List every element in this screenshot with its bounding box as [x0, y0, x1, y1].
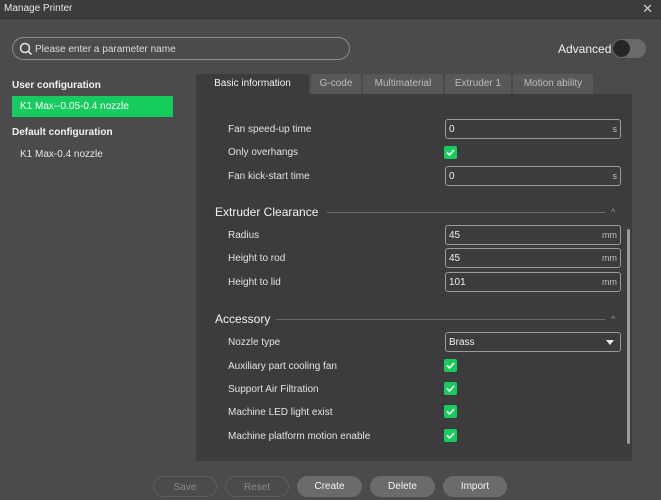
height-lid-value: 101 [449, 277, 466, 288]
radius-field[interactable]: 45 mm [445, 225, 621, 245]
platform-motion-label: Machine platform motion enable [228, 431, 371, 442]
nozzle-type-label: Nozzle type [228, 337, 281, 348]
scrollbar[interactable] [627, 229, 630, 444]
air-filtration-label: Support Air Filtration [228, 384, 319, 395]
check-icon [446, 385, 455, 393]
advanced-toggle[interactable] [612, 39, 646, 58]
chevron-down-icon [606, 340, 614, 345]
tab-motion-ability[interactable]: Motion ability [513, 74, 593, 94]
tab-basic-information[interactable]: Basic information [196, 74, 309, 95]
air-filtration-checkbox[interactable] [444, 382, 457, 395]
fan-kickstart-label: Fan kick-start time [228, 171, 310, 182]
fan-speedup-field[interactable]: 0 s [445, 119, 621, 139]
section-divider [276, 319, 605, 320]
search-input[interactable] [35, 41, 335, 57]
height-rod-label: Height to rod [228, 253, 286, 264]
tab-extruder-1[interactable]: Extruder 1 [445, 74, 511, 94]
import-button[interactable]: Import [443, 476, 507, 497]
default-configuration-heading: Default configuration [12, 127, 113, 138]
close-icon[interactable]: ✕ [642, 1, 653, 17]
nozzle-type-select[interactable]: Brass [445, 332, 621, 352]
tab-gcode[interactable]: G-code [311, 74, 361, 94]
only-overhangs-label: Only overhangs [228, 147, 299, 158]
window-title: Manage Printer [4, 3, 73, 14]
radius-label: Radius [228, 230, 260, 241]
height-rod-value: 45 [449, 253, 461, 264]
height-rod-field[interactable]: 45 mm [445, 248, 621, 268]
height-lid-unit: mm [602, 277, 617, 287]
check-icon [446, 408, 455, 416]
sidebar-item-default-preset[interactable]: K1 Max-0.4 nozzle [12, 144, 173, 165]
platform-motion-checkbox[interactable] [444, 429, 457, 442]
delete-button[interactable]: Delete [370, 476, 435, 497]
fan-kickstart-unit: s [612, 171, 618, 181]
fan-speedup-value: 0 [449, 124, 455, 135]
tab-multimaterial[interactable]: Multimaterial [363, 74, 443, 94]
height-rod-unit: mm [602, 253, 617, 263]
check-icon [446, 432, 455, 440]
check-icon [446, 362, 455, 370]
aux-fan-label: Auxiliary part cooling fan [228, 361, 337, 372]
led-light-checkbox[interactable] [444, 405, 457, 418]
radius-unit: mm [602, 230, 617, 240]
aux-fan-checkbox[interactable] [444, 359, 457, 372]
check-icon [446, 149, 455, 157]
fan-speedup-unit: s [612, 124, 618, 134]
height-lid-label: Height to lid [228, 277, 281, 288]
only-overhangs-checkbox[interactable] [444, 146, 457, 159]
fan-speedup-label: Fan speed-up time [228, 124, 312, 135]
extruder-clearance-heading: Extruder Clearance [215, 205, 319, 219]
advanced-label: Advanced [558, 42, 612, 56]
fan-kickstart-value: 0 [449, 171, 455, 182]
toggle-knob [613, 40, 630, 57]
save-button[interactable]: Save [153, 476, 217, 497]
accessory-heading: Accessory [215, 312, 271, 326]
search-icon [19, 42, 33, 56]
fan-kickstart-field[interactable]: 0 s [445, 166, 621, 186]
nozzle-type-value: Brass [449, 337, 475, 348]
create-button[interactable]: Create [297, 476, 362, 497]
radius-value: 45 [449, 230, 461, 241]
chevron-up-icon[interactable]: ^ [611, 207, 615, 217]
title-bar: Manage Printer ✕ [0, 0, 661, 19]
section-divider [327, 212, 605, 213]
sidebar-item-user-preset[interactable]: K1 Max--0.05-0.4 nozzle [12, 96, 173, 117]
search-box[interactable] [12, 37, 350, 60]
reset-button[interactable]: Reset [225, 476, 289, 497]
chevron-up-icon[interactable]: ^ [611, 314, 615, 324]
user-configuration-heading: User configuration [12, 80, 101, 91]
led-light-label: Machine LED light exist [228, 407, 333, 418]
height-lid-field[interactable]: 101 mm [445, 272, 621, 292]
